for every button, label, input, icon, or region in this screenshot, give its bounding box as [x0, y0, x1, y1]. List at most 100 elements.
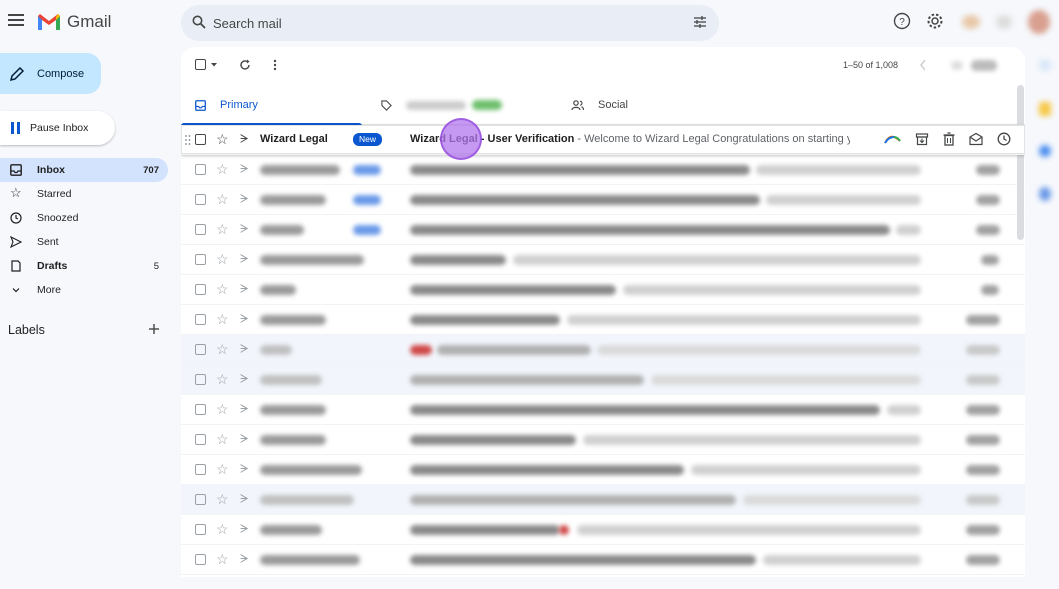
- sidebar-item-snoozed[interactable]: Snoozed: [0, 206, 168, 230]
- row-checkbox[interactable]: [195, 284, 206, 295]
- email-row[interactable]: ☆ ᗒ: [181, 245, 1025, 275]
- star-toggle-icon[interactable]: ☆: [216, 371, 229, 387]
- star-toggle-icon[interactable]: ☆: [216, 311, 229, 327]
- more-options-icon[interactable]: [273, 59, 277, 71]
- importance-marker-icon[interactable]: ᗒ: [240, 402, 249, 416]
- star-toggle-icon[interactable]: ☆: [216, 251, 229, 267]
- search-icon[interactable]: [192, 15, 206, 29]
- importance-marker-icon[interactable]: ᗒ: [240, 192, 249, 206]
- email-row[interactable]: ☆ ᗒ: [181, 485, 1025, 515]
- star-toggle-icon[interactable]: ☆: [216, 521, 229, 537]
- main-menu-icon[interactable]: [8, 14, 24, 28]
- sidebar-item-starred[interactable]: ☆ Starred: [0, 182, 168, 206]
- row-checkbox[interactable]: [195, 464, 206, 475]
- email-row[interactable]: ☆ ᗒ: [181, 335, 1025, 365]
- star-toggle-icon[interactable]: ☆: [216, 431, 229, 447]
- tab-promotions[interactable]: [381, 85, 561, 125]
- sidebar-item-more[interactable]: More: [0, 278, 168, 302]
- row-checkbox[interactable]: [195, 404, 206, 415]
- row-checkbox[interactable]: [195, 524, 206, 535]
- row-checkbox[interactable]: [195, 344, 206, 355]
- search-input[interactable]: [213, 14, 663, 32]
- search-options-icon[interactable]: [693, 15, 707, 29]
- sidebar-item-sent[interactable]: Sent: [0, 230, 168, 254]
- importance-marker-icon[interactable]: ᗒ: [240, 222, 249, 236]
- star-toggle-icon[interactable]: ☆: [216, 491, 229, 507]
- importance-marker-icon[interactable]: ᗒ: [240, 492, 249, 506]
- row-checkbox[interactable]: [195, 314, 206, 325]
- drag-handle-icon[interactable]: [185, 135, 191, 145]
- email-row[interactable]: ☆ ᗒ: [181, 275, 1025, 305]
- email-row[interactable]: ☆ ᗒ: [181, 155, 1025, 185]
- delete-icon[interactable]: [943, 132, 955, 146]
- email-row[interactable]: ☆ ᗒ: [181, 185, 1025, 215]
- star-toggle-icon[interactable]: ☆: [216, 161, 229, 177]
- select-all-checkbox[interactable]: [195, 59, 206, 70]
- email-row[interactable]: ☆ ᗒ: [181, 425, 1025, 455]
- importance-marker-icon[interactable]: ᗒ: [240, 132, 249, 146]
- star-toggle-icon[interactable]: ☆: [216, 191, 229, 207]
- star-toggle-icon[interactable]: ☆: [216, 281, 229, 297]
- help-icon[interactable]: ?: [893, 12, 911, 30]
- tab-social[interactable]: Social: [571, 85, 751, 125]
- row-checkbox[interactable]: [195, 194, 206, 205]
- list-scrollbar[interactable]: [1017, 85, 1024, 240]
- email-row[interactable]: ☆ ᗒ: [181, 545, 1025, 575]
- row-checkbox[interactable]: [195, 494, 206, 505]
- tasks-addon-icon[interactable]: [1039, 145, 1051, 157]
- email-row[interactable]: ☆ ᗒ: [181, 215, 1025, 245]
- row-checkbox[interactable]: [195, 224, 206, 235]
- gemini-icon[interactable]: [962, 15, 980, 29]
- importance-marker-icon[interactable]: ᗒ: [240, 312, 249, 326]
- importance-marker-icon[interactable]: ᗒ: [240, 462, 249, 476]
- contacts-addon-icon[interactable]: [1039, 187, 1051, 201]
- sidebar-item-inbox[interactable]: Inbox 707: [0, 158, 168, 182]
- refresh-icon[interactable]: [239, 59, 251, 71]
- gmail-logo[interactable]: Gmail: [37, 12, 111, 32]
- star-toggle-icon[interactable]: ☆: [216, 551, 229, 567]
- row-checkbox[interactable]: [195, 434, 206, 445]
- search-bar[interactable]: [181, 5, 719, 41]
- star-toggle-icon[interactable]: ☆: [216, 221, 229, 237]
- pause-inbox-button[interactable]: Pause Inbox: [0, 111, 115, 145]
- account-avatar[interactable]: [1028, 10, 1050, 34]
- archive-icon[interactable]: [915, 132, 929, 146]
- summarize-icon[interactable]: [884, 133, 901, 145]
- mark-as-read-icon[interactable]: [969, 132, 983, 146]
- newer-page-icon[interactable]: [919, 59, 927, 71]
- add-label-icon[interactable]: [148, 323, 160, 335]
- settings-gear-icon[interactable]: [926, 12, 944, 30]
- row-checkbox[interactable]: [195, 134, 206, 145]
- apps-grid-icon[interactable]: [996, 15, 1012, 29]
- importance-marker-icon[interactable]: ᗒ: [240, 282, 249, 296]
- keep-addon-icon[interactable]: [1039, 102, 1051, 116]
- email-row[interactable]: ☆ ᗒ: [181, 395, 1025, 425]
- star-toggle-icon[interactable]: ☆: [216, 131, 229, 147]
- row-checkbox[interactable]: [195, 374, 206, 385]
- row-checkbox[interactable]: [195, 554, 206, 565]
- star-toggle-icon[interactable]: ☆: [216, 341, 229, 357]
- email-row[interactable]: ☆ ᗒ: [181, 455, 1025, 485]
- star-toggle-icon[interactable]: ☆: [216, 401, 229, 417]
- importance-marker-icon[interactable]: ᗒ: [240, 522, 249, 536]
- importance-marker-icon[interactable]: ᗒ: [240, 162, 249, 176]
- older-page-icon[interactable]: [951, 61, 963, 70]
- input-tools-icon[interactable]: [971, 60, 997, 71]
- importance-marker-icon[interactable]: ᗒ: [240, 552, 249, 566]
- snooze-clock-icon[interactable]: [997, 132, 1011, 146]
- email-row[interactable]: ☆ ᗒ: [181, 305, 1025, 335]
- tab-primary[interactable]: Primary: [181, 85, 362, 126]
- importance-marker-icon[interactable]: ᗒ: [240, 432, 249, 446]
- compose-button[interactable]: Compose: [0, 53, 101, 94]
- email-row[interactable]: ☆ ᗒ: [181, 365, 1025, 395]
- star-toggle-icon[interactable]: ☆: [216, 461, 229, 477]
- importance-marker-icon[interactable]: ᗒ: [240, 342, 249, 356]
- email-row[interactable]: ☆ ᗒ: [181, 515, 1025, 545]
- calendar-addon-icon[interactable]: [1039, 59, 1051, 71]
- row-checkbox[interactable]: [195, 164, 206, 175]
- email-row[interactable]: ☆ ᗒ Wizard Legal New Wizard Legal - User…: [181, 125, 1025, 155]
- importance-marker-icon[interactable]: ᗒ: [240, 252, 249, 266]
- select-dropdown-icon[interactable]: [210, 62, 218, 68]
- importance-marker-icon[interactable]: ᗒ: [240, 372, 249, 386]
- sidebar-item-drafts[interactable]: Drafts 5: [0, 254, 168, 278]
